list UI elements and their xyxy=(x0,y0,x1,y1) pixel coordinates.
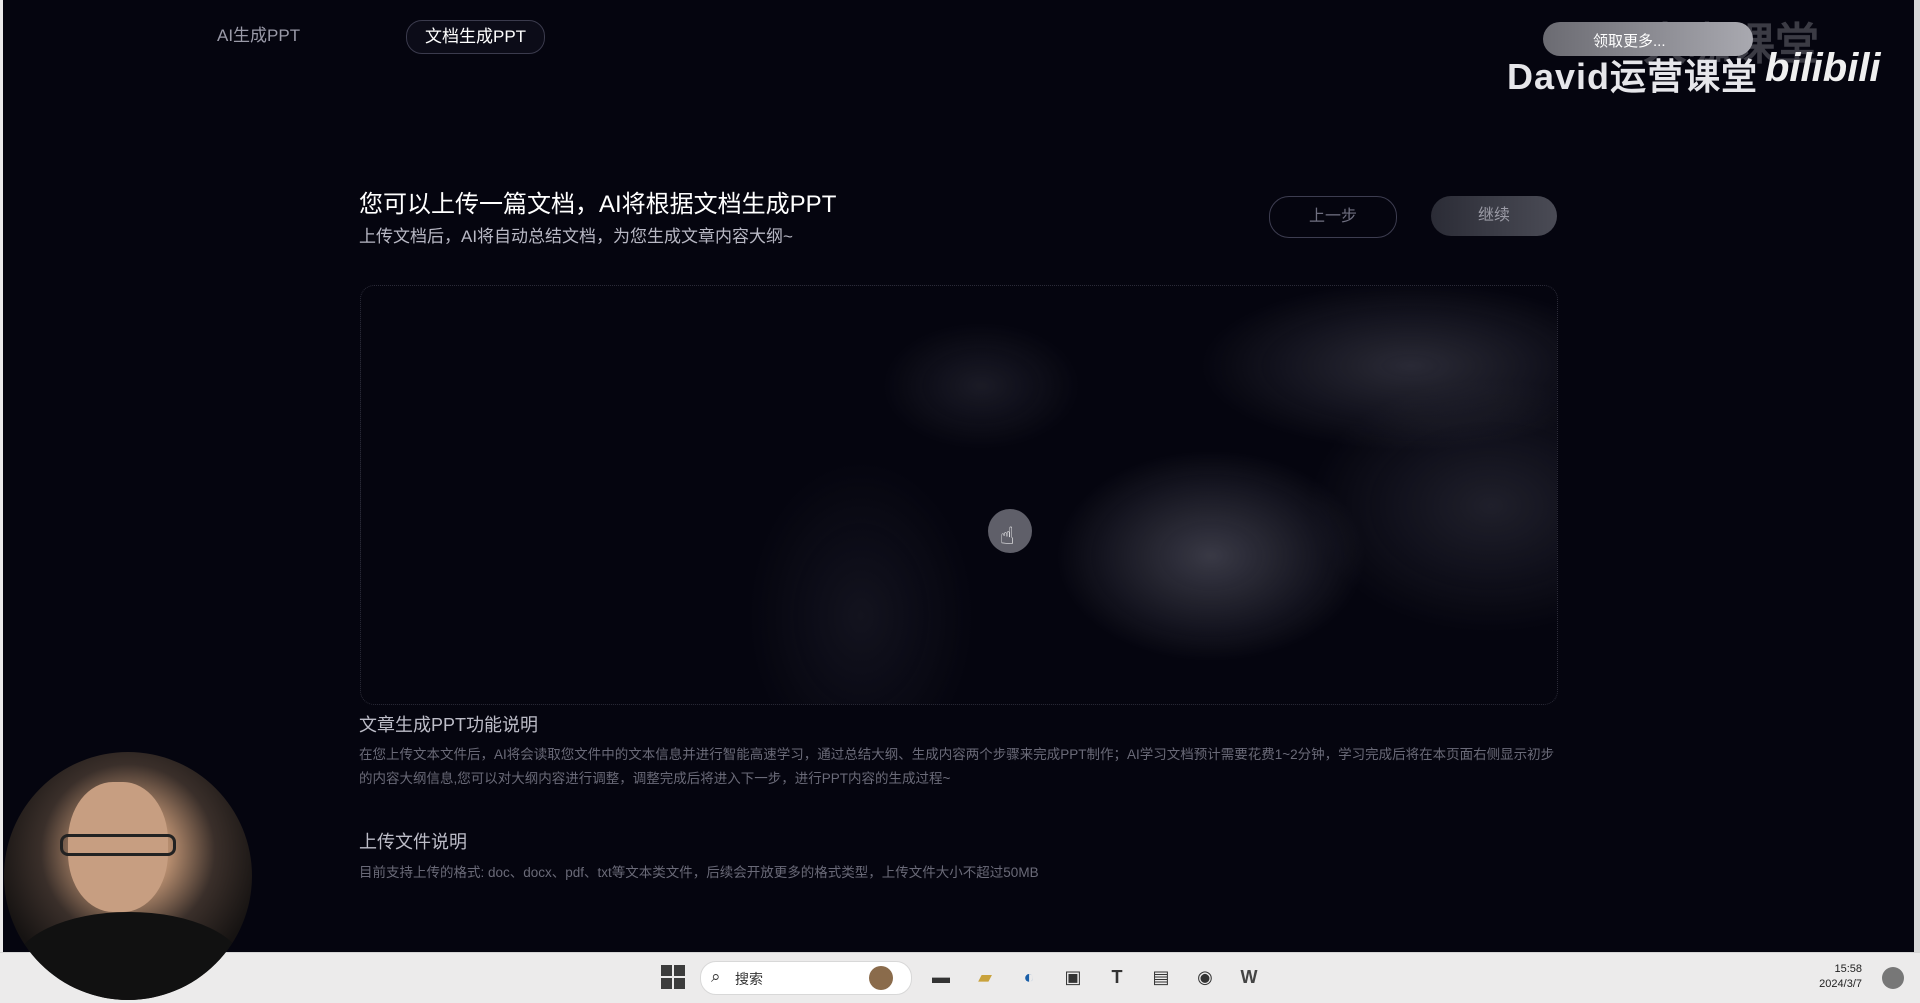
taskbar-search[interactable]: ⌕ 搜索 xyxy=(700,961,912,995)
clock-time: 15:58 xyxy=(1834,963,1862,975)
system-clock[interactable]: 15:58 2024/3/7 xyxy=(1812,962,1862,992)
notification-icon[interactable] xyxy=(1882,967,1904,989)
webcam-person-body xyxy=(14,912,244,1000)
page-subtitle: 上传文档后，AI将自动总结文档，为您生成文章内容大纲~ xyxy=(359,227,793,246)
webcam-glasses xyxy=(60,834,176,856)
desktop-icon[interactable]: ▬ xyxy=(928,964,954,990)
upload-info-title: 上传文件说明 xyxy=(359,832,467,852)
wps-icon[interactable]: W xyxy=(1236,964,1262,990)
webcam-overlay xyxy=(4,752,252,1000)
edge-icon[interactable]: ◐ xyxy=(1016,964,1042,990)
hand-pointer-icon: ☝ xyxy=(1000,523,1015,550)
notepad-icon[interactable]: ▤ xyxy=(1148,964,1174,990)
video-watermark: 大咖课堂 领取更多... David运营课堂 bilibili xyxy=(1503,8,1903,98)
search-icon: ⌕ xyxy=(711,967,721,986)
watermark-brand: David运营课堂 xyxy=(1507,56,1759,97)
search-highlight-icon xyxy=(869,966,893,990)
upload-info-text: 目前支持上传的格式: doc、docx、pdf、txt等文本类文件，后续会开放更… xyxy=(359,865,1039,880)
tab-document-generate-ppt[interactable]: 文档生成PPT xyxy=(406,20,546,54)
bilibili-logo: bilibili xyxy=(1765,46,1881,90)
feature-description-text: 在您上传文本文件后，AI将会读取您文件中的文本信息并进行智能高速学习，通过总结大… xyxy=(359,747,1555,786)
continue-button[interactable]: 继续 xyxy=(1431,196,1557,236)
taskbar: ⌕ 搜索 ▬ ▰ ◐ ▣ T ▤ ◉ W 15:58 2024/3/7 xyxy=(0,952,1920,1003)
window-scrollbar[interactable] xyxy=(1914,0,1920,952)
folder-icon[interactable]: ▰ xyxy=(972,964,998,990)
tab-ai-generate-ppt[interactable]: AI生成PPT xyxy=(199,20,318,52)
upload-dropzone[interactable] xyxy=(360,285,1558,705)
clock-date: 2024/3/7 xyxy=(1819,978,1862,990)
prev-step-button[interactable]: 上一步 xyxy=(1269,196,1397,238)
start-icon[interactable] xyxy=(660,964,686,990)
app-window: AI生成PPT 文档生成PPT 大咖课堂 领取更多... David运营课堂 b… xyxy=(3,0,1914,952)
chrome-dev-icon[interactable]: ◉ xyxy=(1192,964,1218,990)
store-icon[interactable]: ▣ xyxy=(1060,964,1086,990)
search-label: 搜索 xyxy=(735,971,763,987)
page-title: 您可以上传一篇文档，AI将根据文档生成PPT xyxy=(359,191,837,218)
feature-description-title: 文章生成PPT功能说明 xyxy=(359,715,539,735)
typora-icon[interactable]: T xyxy=(1104,964,1130,990)
